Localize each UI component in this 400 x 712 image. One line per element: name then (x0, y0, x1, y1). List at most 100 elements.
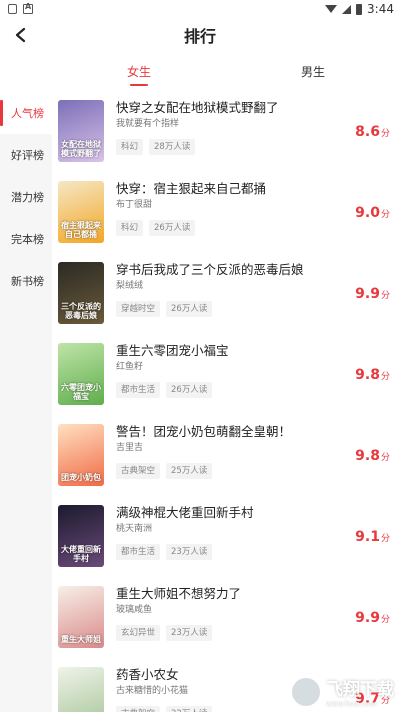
book-title[interactable]: 穿书后我成了三个反派的恶毒后娘 (116, 262, 390, 278)
cover-title: 团宠小奶包 (61, 473, 101, 482)
book-row[interactable]: 大佬重回新手村 满级神棍大佬重回新手村桃天南洲都市生活 23万人读 9.1分 (52, 497, 400, 578)
book-cover[interactable]: 宿主狠起来自己都捅 (58, 181, 104, 243)
readers-tag: 26万人读 (166, 301, 213, 317)
score-unit: 分 (380, 210, 390, 220)
score-unit: 分 (380, 129, 390, 139)
chevron-left-icon (15, 27, 26, 43)
book-tags: 古典架空 25万人读 (116, 463, 390, 479)
book-author: 吉里吉 (116, 443, 144, 453)
book-tags: 科幻 28万人读 (116, 139, 390, 155)
book-score: 9.9分 (355, 610, 390, 626)
book-tags: 都市生活 26万人读 (116, 382, 390, 398)
category-tag: 古典架空 (116, 463, 161, 479)
book-row[interactable]: 团宠小奶包 警告！团宠小奶包萌翻全皇朝！ 吉里吉古典架空 25万人读 9.8分 (52, 416, 400, 497)
sidenav-item-completed[interactable]: 完本榜 (0, 218, 52, 260)
category-tag: 玄幻异世 (116, 625, 161, 641)
watermark-text: 飞翔下载 (326, 680, 394, 700)
readers-tag: 22万人读 (166, 706, 213, 712)
score-unit: 分 (380, 372, 390, 382)
status-left (8, 2, 33, 14)
book-author: 玻璃咸鱼 (116, 605, 153, 615)
score-value: 9.1 (355, 529, 380, 545)
score-value: 9.9 (355, 286, 380, 302)
score-value: 8.6 (355, 124, 380, 140)
book-row[interactable]: 重生大师姐 重生大师姐不想努力了 玻璃咸鱼 玄幻异世 23万人读 9.9分 (52, 578, 400, 659)
book-row[interactable]: 宿主狠起来自己都捅 快穿：宿主狠起来自己都捅 布丁很甜 科幻 26万人读 9.0分 (52, 173, 400, 254)
back-button[interactable] (10, 24, 32, 46)
status-time: 3:44 (367, 2, 394, 16)
readers-tag: 26万人读 (149, 220, 196, 236)
ranking-sidenav: 人气榜 好评榜 潜力榜 完本榜 新书榜 (0, 92, 52, 712)
book-cover[interactable]: 三个反派的恶毒后娘 (58, 262, 104, 324)
header: 排行 (0, 18, 400, 52)
readers-tag: 25万人读 (166, 463, 213, 479)
readers-tag: 23万人读 (166, 544, 213, 560)
cover-title: 六零团宠小福宝 (61, 383, 101, 401)
score-unit: 分 (380, 534, 390, 544)
category-tag: 科幻 (116, 139, 144, 155)
book-cover[interactable]: 团宠小奶包 (58, 424, 104, 486)
cover-title: 大佬重回新手村 (61, 545, 101, 563)
book-info: 警告！团宠小奶包萌翻全皇朝！ 吉里吉古典架空 25万人读 (116, 424, 390, 479)
book-cover[interactable]: 六零团宠小福宝 (58, 343, 104, 405)
book-author: 梨绒绒 (116, 281, 144, 291)
category-tag: 古典架空 (116, 706, 161, 712)
app-notification-icon (23, 2, 33, 14)
book-row[interactable]: 六零团宠小福宝 重生六零团宠小福宝 红鱼籽 都市生活 26万人读 9.8分 (52, 335, 400, 416)
book-cover[interactable]: 女配在地狱模式野翻了 (58, 100, 104, 162)
book-author: 我就要有个指样 (116, 119, 180, 129)
book-cover[interactable]: 大佬重回新手村 (58, 505, 104, 567)
book-tags: 都市生活 23万人读 (116, 544, 390, 560)
tab-male[interactable]: 男生 (226, 52, 400, 92)
score-value: 9.8 (355, 367, 380, 383)
score-unit: 分 (380, 615, 390, 625)
book-title[interactable]: 重生大师姐不想努力了 (116, 586, 390, 602)
book-author: 红鱼籽 (116, 362, 144, 372)
book-list: 女配在地狱模式野翻了 快穿之女配在地狱模式野翻了我就要有个指样科幻 28万人读 8.6… (52, 92, 400, 712)
category-tag: 都市生活 (116, 544, 161, 560)
sidenav-item-popular[interactable]: 人气榜 (0, 92, 52, 134)
book-info: 满级神棍大佬重回新手村桃天南洲都市生活 23万人读 (116, 505, 390, 560)
book-row[interactable]: 三个反派的恶毒后娘 穿书后我成了三个反派的恶毒后娘 梨绒绒 穿越时空 26万人读 9.9分 (52, 254, 400, 335)
book-cover[interactable]: 重生大师姐 (58, 586, 104, 648)
readers-tag: 28万人读 (149, 139, 196, 155)
signal-icon (342, 4, 352, 14)
book-tags: 穿越时空 26万人读 (116, 301, 390, 317)
score-value: 9.8 (355, 448, 380, 464)
book-score: 9.8分 (355, 448, 390, 464)
sidenav-item-rated[interactable]: 好评榜 (0, 134, 52, 176)
book-title[interactable]: 快穿之女配在地狱模式野翻了 (116, 100, 390, 116)
battery-icon (356, 3, 363, 15)
book-title[interactable]: 满级神棍大佬重回新手村 (116, 505, 390, 521)
watermark-sub: www.fxxz.com (326, 700, 377, 708)
book-cover[interactable]: 山农女 (58, 667, 104, 712)
book-title[interactable]: 重生六零团宠小福宝 (116, 343, 390, 359)
book-tags: 科幻 26万人读 (116, 220, 390, 236)
category-tag: 穿越时空 (116, 301, 161, 317)
status-right: 3:44 (325, 2, 394, 16)
tab-female[interactable]: 女生 (52, 52, 226, 92)
score-value: 9.9 (355, 610, 380, 626)
score-value: 9.0 (355, 205, 380, 221)
book-row[interactable]: 女配在地狱模式野翻了 快穿之女配在地狱模式野翻了我就要有个指样科幻 28万人读 8.6… (52, 92, 400, 173)
notification-icon (8, 4, 17, 14)
cover-title: 三个反派的恶毒后娘 (61, 302, 101, 320)
page-title: 排行 (183, 27, 216, 46)
book-title[interactable]: 警告！团宠小奶包萌翻全皇朝！ (116, 424, 390, 440)
score-unit: 分 (380, 453, 390, 463)
status-bar: 3:44 (0, 0, 400, 18)
wifi-icon (325, 5, 338, 13)
sidenav-item-new[interactable]: 新书榜 (0, 260, 52, 302)
book-info: 重生六零团宠小福宝红鱼籽都市生活 26万人读 (116, 343, 390, 398)
book-score: 9.0分 (355, 205, 390, 221)
book-info: 重生大师姐不想努力了 玻璃咸鱼 玄幻异世 23万人读 (116, 586, 390, 641)
sidenav-item-potential[interactable]: 潜力榜 (0, 176, 52, 218)
cover-title: 女配在地狱模式野翻了 (61, 140, 101, 158)
book-info: 快穿之女配在地狱模式野翻了我就要有个指样科幻 28万人读 (116, 100, 390, 155)
book-info: 穿书后我成了三个反派的恶毒后娘梨绒绒穿越时空 26万人读 (116, 262, 390, 317)
book-author: 桃天南洲 (116, 524, 153, 534)
book-title[interactable]: 快穿：宿主狠起来自己都捅 (116, 181, 390, 197)
book-score: 8.6分 (355, 124, 390, 140)
watermark: 飞翔下载 www.fxxz.com (290, 675, 394, 708)
cover-title: 重生大师姐 (61, 635, 101, 644)
